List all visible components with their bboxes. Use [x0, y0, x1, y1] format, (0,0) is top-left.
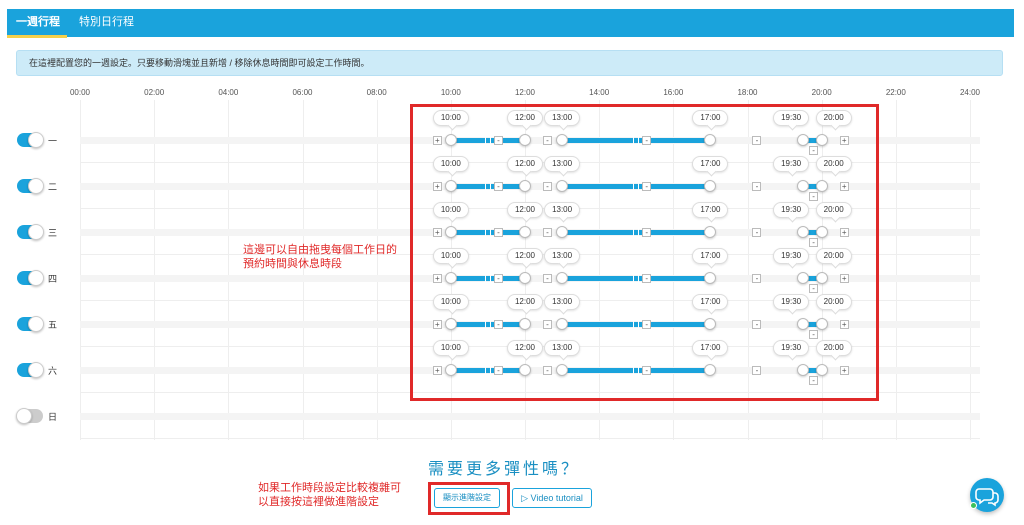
time-gridline	[228, 100, 230, 440]
toggle-knob	[28, 224, 44, 240]
time-gridline	[154, 100, 156, 440]
tab-bar: 一週行程 特別日行程	[7, 9, 1014, 37]
toggle-knob	[28, 178, 44, 194]
time-axis-label: 18:00	[737, 88, 758, 97]
online-status-dot	[970, 502, 977, 509]
time-axis-label: 00:00	[69, 88, 91, 97]
time-axis-label: 02:00	[144, 88, 165, 97]
time-gridline	[80, 100, 81, 440]
row-track	[80, 413, 980, 420]
row-divider	[80, 438, 980, 439]
tab-special-day-schedule[interactable]: 特別日行程	[79, 9, 134, 37]
toggle-knob	[16, 408, 32, 424]
time-axis-label: 14:00	[589, 88, 610, 97]
time-axis-label: 12:00	[514, 88, 536, 97]
time-gridline	[970, 100, 971, 440]
day-label: 三	[48, 228, 58, 238]
day-toggle[interactable]	[17, 224, 44, 240]
annotation-drag-hint: 這邊可以自由拖曳每個工作日的預約時間與休息時段	[243, 244, 397, 270]
day-label: 一	[48, 136, 58, 146]
day-label: 日	[48, 412, 58, 422]
day-label: 四	[48, 274, 58, 284]
day-toggle[interactable]	[17, 362, 44, 378]
day-toggle[interactable]	[17, 270, 44, 286]
toggle-knob	[28, 132, 44, 148]
highlight-frame-advanced	[428, 482, 510, 515]
time-axis-label: 10:00	[440, 88, 461, 97]
time-axis-label: 24:00	[959, 88, 981, 97]
highlight-frame-sliders	[410, 104, 879, 401]
day-toggle[interactable]	[17, 132, 44, 148]
day-toggle[interactable]	[17, 316, 44, 332]
day-label: 二	[48, 182, 58, 192]
time-axis-label: 04:00	[218, 88, 239, 97]
toggle-knob	[28, 270, 44, 286]
time-axis-label: 20:00	[811, 88, 832, 97]
time-gridline	[895, 100, 897, 440]
schedule-settings-page: 一週行程 特別日行程 在這裡配置您的一週設定。只要移動滑塊並且新增 / 移除休息…	[0, 0, 1024, 525]
time-axis-label: 22:00	[885, 88, 906, 97]
more-flexibility-title: 需要更多彈性嗎？	[428, 459, 581, 478]
info-banner: 在這裡配置您的一週設定。只要移動滑塊並且新增 / 移除休息時間即可設定工作時間。	[16, 50, 1003, 76]
active-tab-indicator	[7, 35, 67, 38]
day-label: 六	[48, 366, 58, 376]
video-tutorial-button[interactable]: ▷ Video tutorial	[512, 488, 592, 508]
day-label: 五	[48, 320, 58, 330]
tab-weekly-schedule[interactable]: 一週行程	[16, 9, 60, 37]
toggle-knob	[28, 316, 44, 332]
annotation-advanced-hint: 如果工作時段設定比較複雜可以直接按這裡做進階設定	[258, 482, 401, 508]
toggle-knob	[28, 362, 44, 378]
day-toggle[interactable]	[17, 178, 44, 194]
time-axis-label: 08:00	[366, 88, 387, 97]
day-toggle[interactable]	[16, 408, 43, 424]
time-axis-label: 06:00	[292, 88, 313, 97]
time-axis-label: 16:00	[663, 88, 684, 97]
